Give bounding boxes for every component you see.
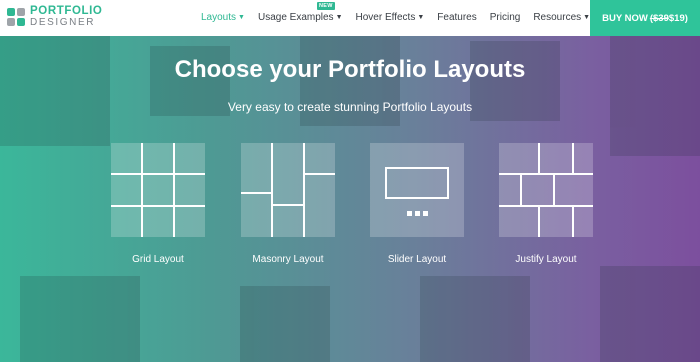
- menu-item-label: Pricing: [489, 12, 521, 23]
- main-menu: Layouts ▼ Usage Examples ▼ NEW Hover Effec…: [201, 2, 603, 23]
- new-price: $19): [668, 12, 688, 24]
- menu-item-pricing[interactable]: Pricing: [490, 12, 521, 23]
- menu-item-features[interactable]: Features: [437, 12, 476, 23]
- menu-item-label: Layouts: [201, 12, 237, 23]
- menu-item-hover-effects[interactable]: Hover Effects ▼: [356, 12, 425, 23]
- logo[interactable]: PORTFOLIO DESIGNER: [7, 5, 103, 28]
- buy-label: BUY NOW: [602, 12, 648, 24]
- chevron-down-icon: ▼: [335, 14, 343, 21]
- justify-layout-label: Justify Layout: [515, 254, 577, 265]
- top-navbar: PORTFOLIO DESIGNER Layouts ▼ Usage Exampl…: [0, 0, 700, 36]
- menu-item-layouts[interactable]: Layouts ▼: [201, 12, 245, 23]
- background-photo-collage: [0, 36, 700, 362]
- logo-line1: PORTFOLIO: [30, 5, 103, 17]
- buy-now-button[interactable]: BUY NOW ($39 $19): [590, 0, 700, 36]
- menu-item-label: Usage Examples: [257, 12, 334, 23]
- chevron-down-icon: ▼: [417, 14, 425, 21]
- new-badge: NEW: [316, 2, 335, 10]
- slider-layout-label: Slider Layout: [387, 254, 447, 265]
- hero-section: [0, 36, 700, 362]
- hero-subtitle: Very easy to create stunning Portfolio L…: [227, 100, 473, 114]
- old-price: ($39: [649, 12, 669, 24]
- masonry-layout-label: Masonry Layout: [252, 254, 324, 265]
- slider-layout-icon: [385, 167, 449, 216]
- menu-item-resources[interactable]: Resources ▼: [533, 12, 590, 23]
- hero-title: Choose your Portfolio Layouts: [174, 56, 526, 83]
- menu-item-label: Hover Effects: [355, 12, 416, 23]
- logo-line2: DESIGNER: [30, 17, 96, 28]
- menu-item-usage-examples[interactable]: Usage Examples ▼ NEW: [257, 2, 343, 23]
- menu-item-label: Features: [437, 12, 477, 23]
- grid-layout-icon: [111, 143, 205, 237]
- menu-item-label: Resources: [533, 12, 582, 23]
- masonry-layout-card[interactable]: [241, 143, 335, 237]
- logo-icon: [7, 8, 25, 26]
- justify-layout-card[interactable]: [499, 143, 593, 237]
- masonry-layout-icon: [241, 143, 335, 237]
- justify-layout-icon: [499, 143, 593, 237]
- grid-layout-card[interactable]: [111, 143, 205, 237]
- logo-text: PORTFOLIO DESIGNER: [30, 5, 103, 28]
- chevron-down-icon: ▼: [238, 14, 245, 21]
- grid-layout-label: Grid Layout: [132, 254, 184, 265]
- slider-layout-card[interactable]: [370, 143, 464, 237]
